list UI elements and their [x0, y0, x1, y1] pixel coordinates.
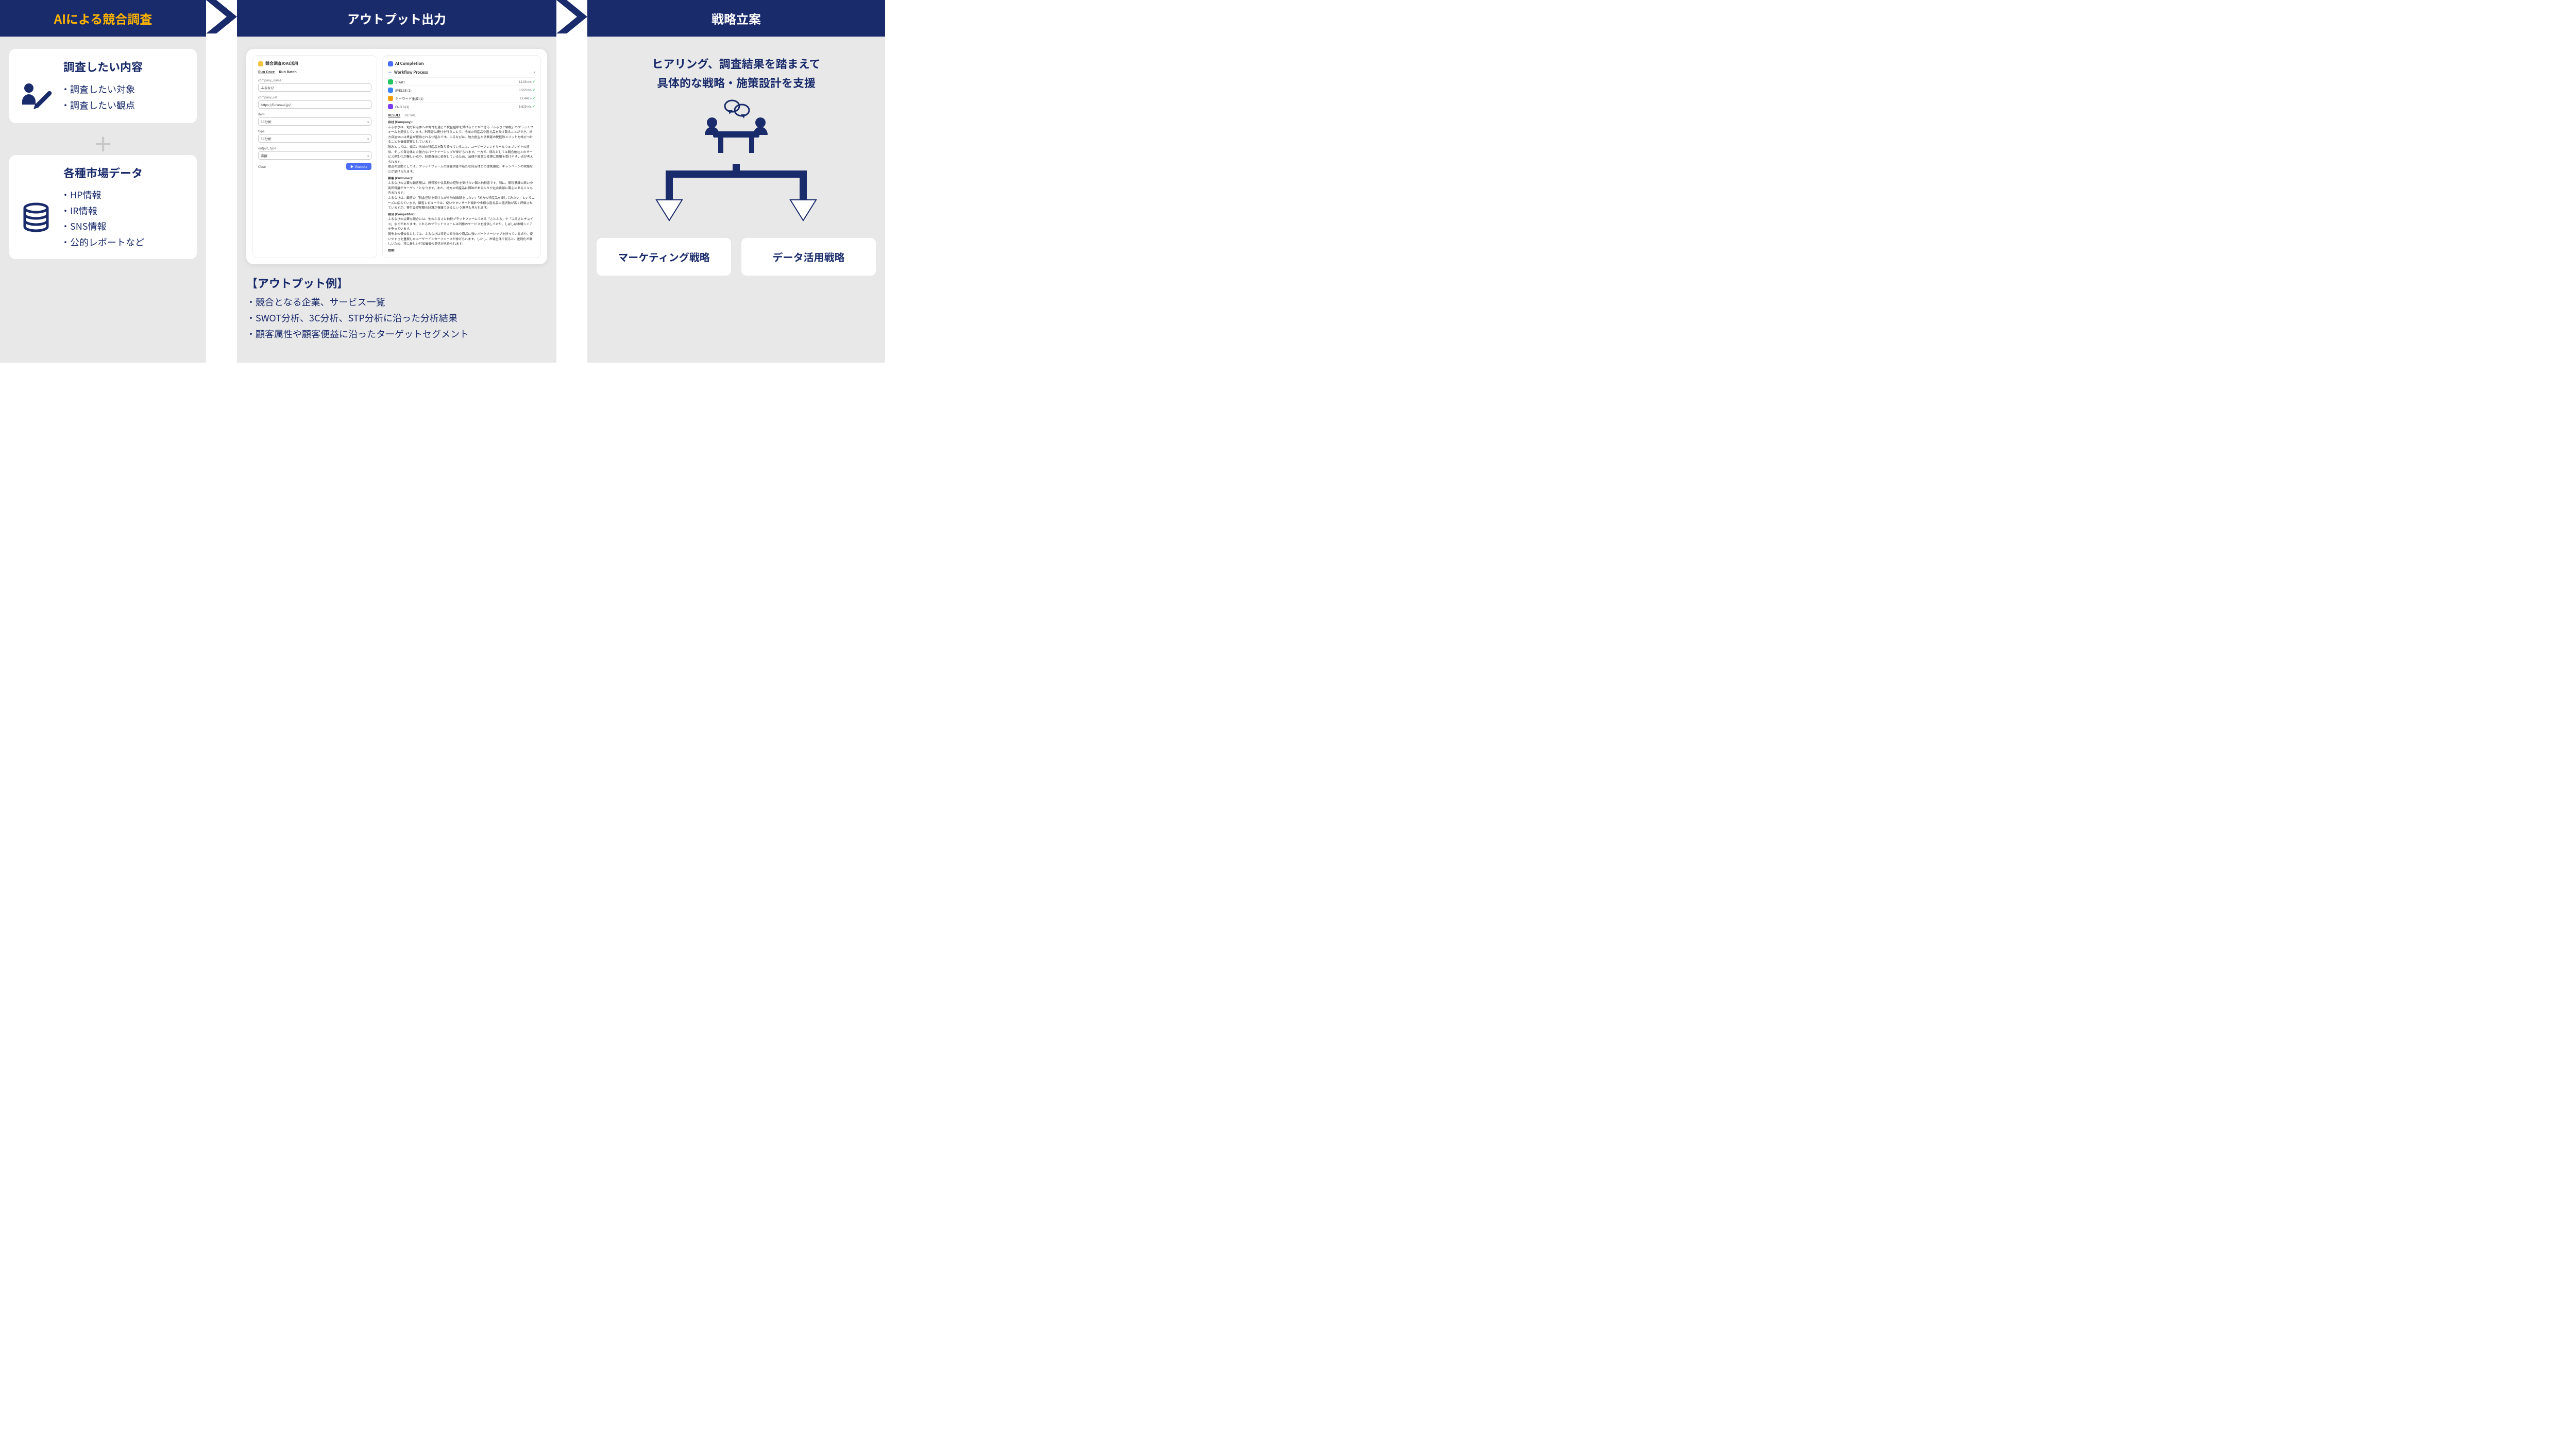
- workflow-row: START12.06 ms ✔: [388, 77, 535, 86]
- chevron-right-icon: [556, 0, 587, 33]
- output-example-title: 【アウトプット例】: [246, 275, 547, 291]
- tab-run-once[interactable]: Run Once: [258, 70, 275, 75]
- list-item: 顧客属性や顧客便益に沿ったターゲットセグメント: [246, 326, 547, 342]
- gear-icon: [388, 71, 392, 75]
- stage-2-title: アウトプット出力: [347, 9, 446, 27]
- stage-2-header: アウトプット出力: [237, 0, 556, 37]
- panel-input: 調査したい内容 調査したい対象 調査したい観点: [9, 49, 197, 123]
- panel-data: 各種市場データ HP情報 IR情報 SNS情報 公的レポートなど: [9, 155, 197, 259]
- item-select[interactable]: 3C分析▾: [258, 117, 371, 126]
- workflow-row: END 3 (2)1.629 ms ✔: [388, 102, 535, 110]
- strategy-description: ヒアリング、調査結果を踏まえて 具体的な戦略・施策設計を支援: [652, 54, 820, 93]
- field-label: item: [258, 112, 371, 116]
- panel-data-title: 各種市場データ: [20, 164, 187, 181]
- app-screenshot: 競合調査のAI活用 Run Once Run Batch company_nam…: [246, 49, 547, 264]
- workflow-row: キーワード生成 (1)12.442 s ✔: [388, 94, 535, 102]
- branch-arrows: [597, 164, 876, 226]
- panel-data-list: HP情報 IR情報 SNS情報 公的レポートなど: [61, 187, 144, 250]
- company-name-input[interactable]: ふるなび: [258, 83, 371, 92]
- stage-3: 戦略立案 ヒアリング、調査結果を踏まえて 具体的な戦略・施策設計を支援: [587, 0, 885, 363]
- output-type-select[interactable]: 直接▾: [258, 151, 371, 160]
- process-diagram: AIによる競合調査 調査したい内容 調査したい対象 調査したい観点 ＋ 各種市場…: [0, 0, 885, 363]
- tab-run-batch[interactable]: Run Batch: [279, 70, 297, 75]
- meeting-icon: [698, 98, 775, 155]
- mock-result-pane: AI Completion Workflow Process ˄ START12…: [382, 55, 541, 258]
- plus-icon: ＋: [9, 128, 197, 158]
- play-icon: ▶: [350, 164, 354, 169]
- stage-1-body: 調査したい内容 調査したい対象 調査したい観点 ＋ 各種市場データ: [0, 37, 206, 363]
- stage-3-title: 戦略立案: [711, 9, 761, 27]
- list-item: SWOT分析、3C分析、STP分析に沿った分析結果: [246, 310, 547, 326]
- company-url-input[interactable]: https://furunavi.jp/: [258, 100, 371, 109]
- database-icon: [20, 202, 53, 235]
- field-label: type: [258, 129, 371, 133]
- stage-1-header: AIによる競合調査: [0, 0, 206, 37]
- list-item: 調査したい対象: [61, 81, 135, 97]
- field-label: company_name: [258, 78, 371, 82]
- field-label: company_url: [258, 95, 371, 99]
- list-item: HP情報: [61, 187, 144, 203]
- type-select[interactable]: 3C分析▾: [258, 134, 371, 143]
- ai-icon: [388, 61, 393, 66]
- workflow-title: Workflow Process: [394, 70, 428, 75]
- tab-detail[interactable]: DETAIL: [404, 112, 416, 117]
- stage-2-body: 競合調査のAI活用 Run Once Run Batch company_nam…: [237, 37, 556, 363]
- mock-left-title: 競合調査のAI活用: [265, 61, 298, 66]
- tab-result[interactable]: RESULT: [388, 112, 400, 117]
- stage-3-header: 戦略立案: [587, 0, 885, 37]
- flow-arrow-2: [556, 0, 587, 363]
- app-icon: [258, 61, 263, 66]
- output-example-list: 競合となる企業、サービス一覧 SWOT分析、3C分析、STP分析に沿った分析結果…: [246, 294, 547, 342]
- list-item: 公的レポートなど: [61, 234, 144, 250]
- field-label: output_type: [258, 146, 371, 150]
- chevron-up-icon[interactable]: ˄: [533, 70, 535, 75]
- flow-arrow-1: [206, 0, 237, 363]
- list-item: SNS情報: [61, 218, 144, 234]
- edit-note-icon: [20, 81, 53, 114]
- stage-2: アウトプット出力 競合調査のAI活用 Run Once Run Batch co…: [237, 0, 556, 363]
- check-icon: ✔: [532, 96, 535, 101]
- list-item: 調査したい観点: [61, 97, 135, 113]
- mock-right-title: AI Completion: [395, 61, 424, 66]
- stage-3-body: ヒアリング、調査結果を踏まえて 具体的な戦略・施策設計を支援: [587, 37, 885, 363]
- panel-input-title: 調査したい内容: [20, 58, 187, 75]
- chevron-down-icon: ▾: [367, 153, 369, 158]
- stage-1: AIによる競合調査 調査したい内容 調査したい対象 調査したい観点 ＋ 各種市場…: [0, 0, 206, 363]
- panel-input-list: 調査したい対象 調査したい観点: [61, 81, 135, 113]
- check-icon: ✔: [532, 79, 535, 84]
- clear-button[interactable]: Clear: [258, 164, 266, 169]
- chevron-down-icon: ▾: [367, 136, 369, 141]
- workflow-rows: START12.06 ms ✔ IF/ELSE (1)0.569 ms ✔ キー…: [388, 77, 535, 110]
- execute-button[interactable]: ▶ Execute: [346, 163, 371, 170]
- result-text: 自社 (Company): ふるなびは、地方自治体への寄付を通じて税金控除を受け…: [388, 120, 535, 252]
- list-item: 競合となる企業、サービス一覧: [246, 294, 547, 310]
- chevron-down-icon: ▾: [367, 120, 369, 124]
- strategy-box-marketing: マーケティング戦略: [597, 238, 731, 276]
- check-icon: ✔: [532, 104, 535, 109]
- chevron-right-icon: [206, 0, 237, 33]
- mock-input-pane: 競合調査のAI活用 Run Once Run Batch company_nam…: [252, 55, 377, 258]
- list-item: IR情報: [61, 203, 144, 219]
- strategy-box-data: データ活用戦略: [741, 238, 876, 276]
- stage-1-title: AIによる競合調査: [54, 9, 152, 27]
- workflow-row: IF/ELSE (1)0.569 ms ✔: [388, 86, 535, 94]
- check-icon: ✔: [532, 88, 535, 93]
